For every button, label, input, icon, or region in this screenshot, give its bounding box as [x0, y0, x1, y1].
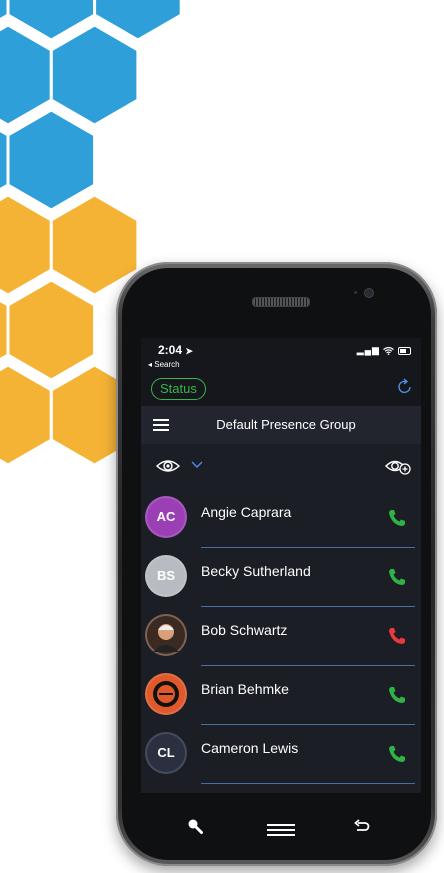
android-nav-bar: [141, 800, 421, 852]
back-to-search-link[interactable]: ◂ Search: [148, 360, 180, 369]
contact-avatar: AC: [145, 496, 187, 538]
contact-name: Angie Caprara: [201, 504, 292, 520]
proximity-sensor: [354, 291, 357, 294]
app-screen: 2:04 ➤ ◂ Search ▂▄▆ Status Default Prese…: [141, 338, 421, 793]
row-divider: [201, 547, 415, 548]
contact-avatar: [145, 673, 187, 715]
eye-icon[interactable]: [155, 456, 181, 476]
clock: 2:04 ➤: [158, 343, 193, 357]
signal-icon: ▂▄▆: [356, 345, 380, 355]
back-arrow-icon[interactable]: [353, 818, 371, 834]
ios-status-bar: 2:04 ➤ ◂ Search ▂▄▆: [141, 338, 421, 374]
eye-add-icon[interactable]: [385, 456, 411, 476]
group-header: Default Presence Group: [141, 406, 421, 444]
phone-icon[interactable]: [387, 567, 407, 587]
honeycomb-cell: [6, 108, 97, 212]
contact-row[interactable]: AC Angie Caprara: [141, 490, 421, 549]
honeycomb-cell: [0, 363, 53, 467]
contact-name: Cameron Lewis: [201, 740, 299, 756]
battery-icon: [398, 346, 411, 355]
wifi-icon: [383, 345, 398, 355]
honeycomb-cell: [49, 23, 140, 127]
row-divider: [201, 606, 415, 607]
honeycomb-cell: [0, 23, 53, 127]
status-button[interactable]: Status: [151, 378, 206, 400]
contact-row[interactable]: CL Cameron Lewis: [141, 726, 421, 785]
refresh-icon[interactable]: [397, 378, 413, 400]
honeycomb-cell: [49, 193, 140, 297]
phone-icon[interactable]: [387, 744, 407, 764]
phone-icon[interactable]: [387, 626, 407, 646]
honeycomb-cell: [0, 193, 53, 297]
contact-avatar: CL: [145, 732, 187, 774]
contact-name: Brian Behmke: [201, 681, 289, 697]
phone-icon[interactable]: [387, 685, 407, 705]
row-divider: [201, 724, 415, 725]
menu-icon[interactable]: [267, 824, 295, 836]
contact-row[interactable]: Bob Schwartz: [141, 608, 421, 667]
group-title[interactable]: Default Presence Group: [141, 417, 421, 432]
contact-name: Becky Sutherland: [201, 563, 311, 579]
app-header: Status: [141, 374, 421, 406]
honeycomb-cell: [6, 278, 97, 382]
contact-avatar: BS: [145, 555, 187, 597]
row-divider: [201, 665, 415, 666]
phone-icon[interactable]: [387, 508, 407, 528]
row-divider: [201, 783, 415, 784]
search-icon[interactable]: [187, 818, 203, 834]
system-icons: ▂▄▆: [357, 345, 411, 356]
contact-row[interactable]: Brian Behmke: [141, 667, 421, 726]
filter-bar: [141, 444, 421, 490]
contact-row[interactable]: BS Becky Sutherland: [141, 549, 421, 608]
chevron-down-icon[interactable]: [191, 458, 203, 472]
contact-avatar: [145, 614, 187, 656]
front-camera: [364, 288, 374, 298]
contact-name: Bob Schwartz: [201, 622, 288, 638]
speaker-grille: [252, 297, 310, 307]
